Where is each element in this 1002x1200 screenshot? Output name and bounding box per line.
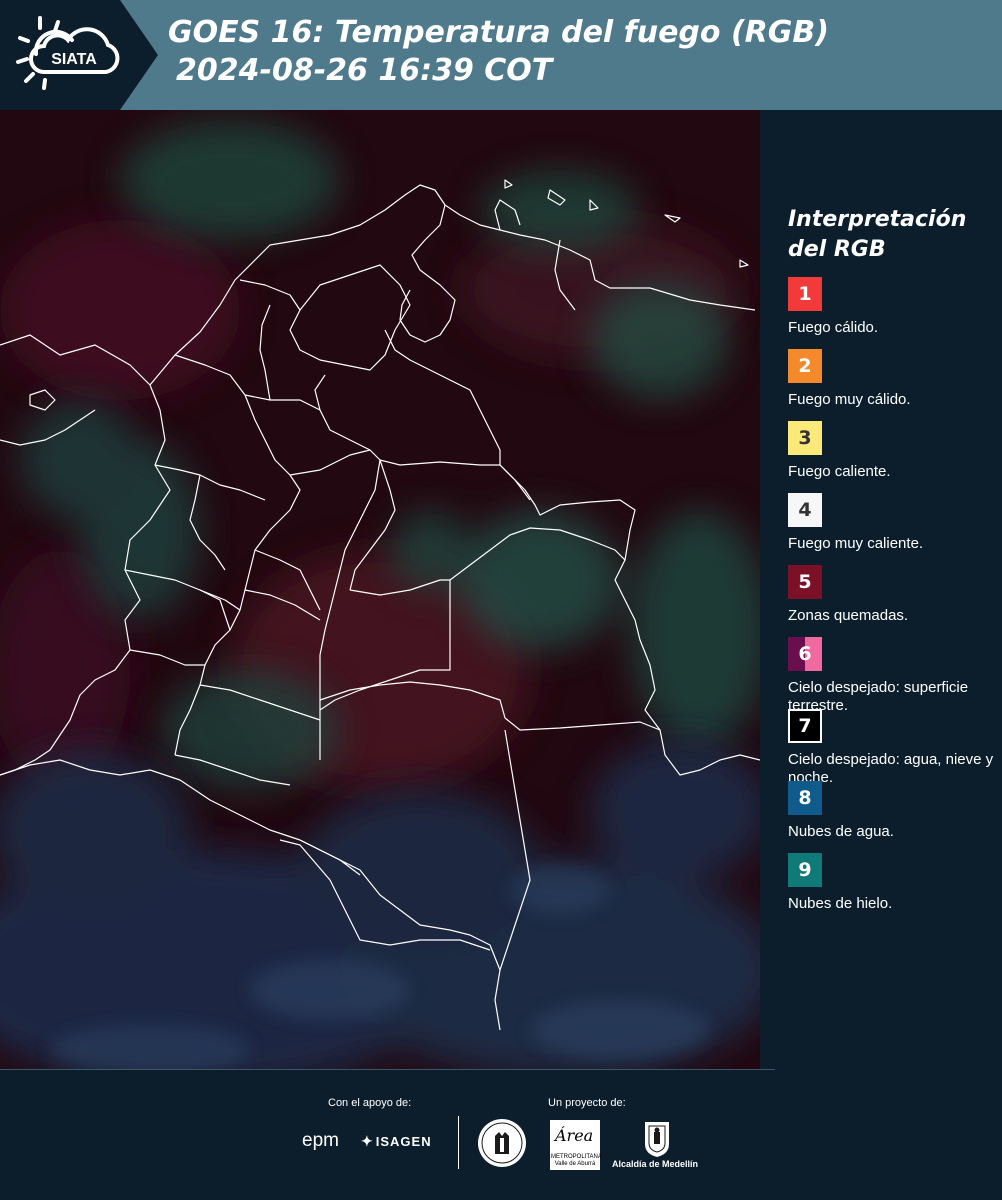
area-logo-word: Área xyxy=(555,1126,594,1145)
title-line-2: 2024-08-26 16:39 COT xyxy=(176,53,553,88)
legend-label: Fuego muy caliente. xyxy=(788,535,924,552)
legend-label: Nubes de hielo. xyxy=(788,895,893,912)
legend-item: 6 Cielo despejado: superficie terrestre. xyxy=(788,637,998,714)
footer-divider-line xyxy=(0,1069,775,1070)
project-label: Un proyecto de: xyxy=(548,1097,626,1109)
legend-label: Nubes de agua. xyxy=(788,823,894,840)
legend-item: 9 Nubes de hielo. xyxy=(788,853,998,925)
footer-vertical-divider xyxy=(458,1116,459,1169)
legend-swatch: 8 xyxy=(788,781,822,815)
legend-swatch: 3 xyxy=(788,421,822,455)
legend-swatch: 6 xyxy=(788,637,822,671)
page-title: GOES 16: Temperatura del fuego (RGB) 202… xyxy=(168,14,829,90)
title-line-1: GOES 16: Temperatura del fuego (RGB) xyxy=(168,15,829,50)
isagen-icon: ✦ xyxy=(361,1133,374,1149)
isagen-label: ISAGEN xyxy=(375,1134,432,1149)
legend-title: Interpretación del RGB xyxy=(788,205,998,265)
satellite-map[interactable] xyxy=(0,110,760,1070)
support-label: Con el apoyo de: xyxy=(328,1097,412,1109)
legend-item: 2 Fuego muy cálido. xyxy=(788,349,998,421)
medellin-crest-logo[interactable] xyxy=(642,1118,672,1158)
legend-panel: Interpretación del RGB 1 Fuego cálido. 2 Fu… xyxy=(788,205,998,925)
legend-title-line-2: del RGB xyxy=(788,237,886,262)
legend-swatch: 7 xyxy=(788,709,822,743)
legend-label: Zonas quemadas. xyxy=(788,607,909,624)
legend-swatch: 4 xyxy=(788,493,822,527)
siata-logo[interactable]: SIATA xyxy=(14,14,126,98)
legend-label: Fuego caliente. xyxy=(788,463,891,480)
legend-item: 7 Cielo despejado: agua, nieve y noche. xyxy=(788,709,998,786)
area-metropolitana-logo[interactable]: Área METROPOLITANA Valle de Aburrá xyxy=(550,1120,602,1170)
legend-swatch: 9 xyxy=(788,853,822,887)
isagen-logo[interactable]: ✦ ISAGEN xyxy=(361,1133,432,1150)
siata-logo-text: SIATA xyxy=(51,51,97,68)
legend-label: Fuego muy cálido. xyxy=(788,391,911,408)
legend-title-line-1: Interpretación xyxy=(788,207,967,232)
university-seal-logo[interactable] xyxy=(477,1118,527,1168)
area-logo-subtitle: METROPOLITANA Valle de Aburrá xyxy=(551,1154,602,1167)
map-svg xyxy=(0,110,760,1070)
legend-swatch: 2 xyxy=(788,349,822,383)
alcaldia-label: Alcaldía de Medellín xyxy=(612,1159,699,1169)
legend-item: 1 Fuego cálido. xyxy=(788,277,998,349)
legend-swatch: 5 xyxy=(788,565,822,599)
legend-label: Fuego cálido. xyxy=(788,319,879,336)
legend-swatch: 1 xyxy=(788,277,822,311)
legend-item: 8 Nubes de agua. xyxy=(788,781,998,853)
legend-item: 3 Fuego caliente. xyxy=(788,421,998,493)
legend-item: 5 Zonas quemadas. xyxy=(788,565,998,637)
legend-item: 4 Fuego muy caliente. xyxy=(788,493,998,565)
epm-logo[interactable]: epm xyxy=(302,1130,339,1152)
legend-items: 1 Fuego cálido. 2 Fuego muy cálido. 3 Fuego c… xyxy=(788,277,998,925)
